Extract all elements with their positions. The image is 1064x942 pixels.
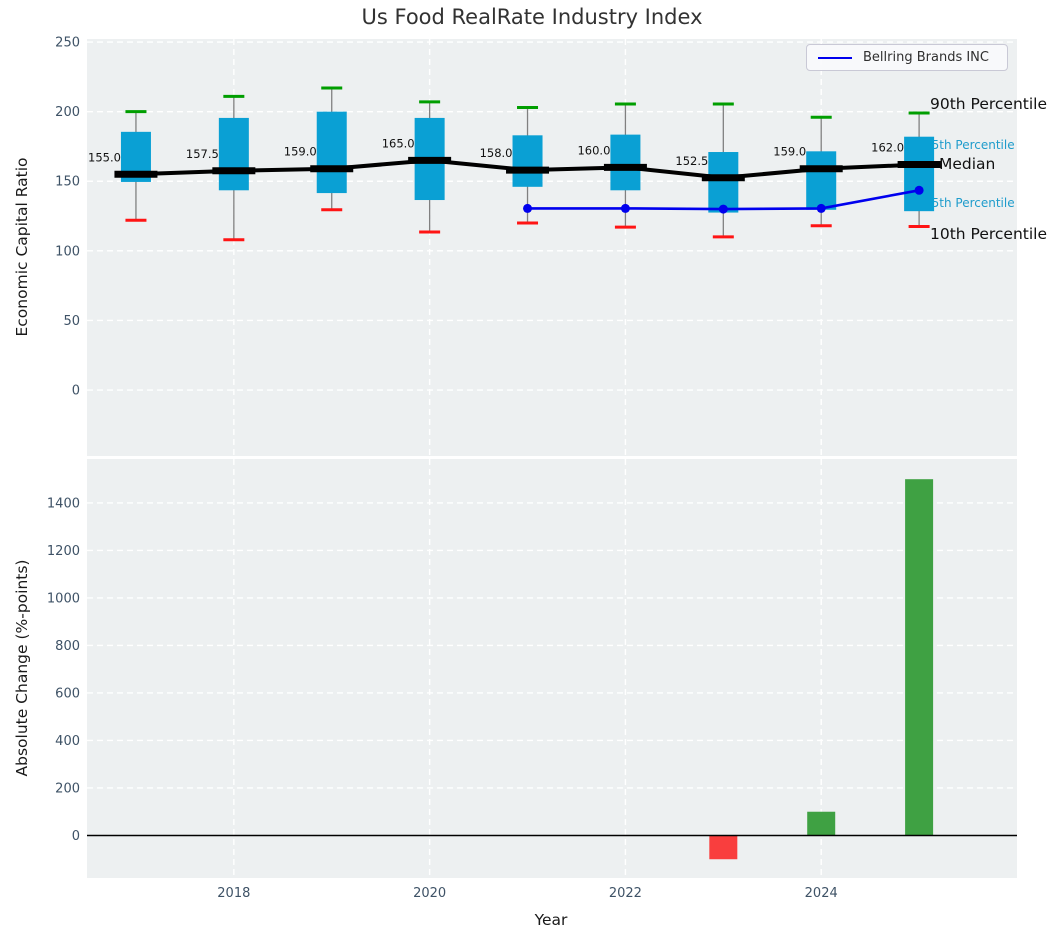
annotation-10th-percentile: 10th Percentile <box>930 225 1047 243</box>
median-value-label: 159.0 <box>773 145 806 159</box>
industry-index-figure: Us Food RealRate Industry Index Economic… <box>0 0 1064 942</box>
annotation-75th-percentile: 75th Percentile <box>924 138 1015 152</box>
bottom-y-tick-label: 200 <box>55 781 80 796</box>
iqr-box <box>708 152 739 213</box>
top-plot-background <box>87 39 1017 456</box>
top-y-tick-label: 0 <box>72 384 80 399</box>
bottom-y-tick-label: 1000 <box>47 591 80 606</box>
negative-change-bar <box>709 835 738 860</box>
median-value-label: 158.0 <box>480 146 513 160</box>
legend-label: Bellring Brands INC <box>863 50 989 65</box>
company-point <box>620 203 630 213</box>
legend-box: Bellring Brands INC <box>806 44 1008 71</box>
positive-change-bar <box>807 811 836 836</box>
median-value-label: 155.0 <box>88 150 121 164</box>
top-y-tick-label: 200 <box>55 105 80 120</box>
x-tick-label: 2024 <box>805 886 838 901</box>
median-value-label: 162.0 <box>871 141 904 155</box>
bottom-y-tick-label: 1200 <box>47 544 80 559</box>
annotation-25th-percentile: 25th Percentile <box>924 196 1015 210</box>
iqr-box <box>904 136 935 212</box>
median-value-label: 160.0 <box>577 143 610 157</box>
median-value-label: 152.5 <box>675 154 708 168</box>
company-point <box>816 203 826 213</box>
company-point <box>523 203 533 213</box>
top-y-tick-label: 250 <box>55 36 80 51</box>
top-y-tick-label: 50 <box>63 314 80 329</box>
bottom-y-tick-label: 600 <box>55 686 80 701</box>
annotation-90th-percentile: 90th Percentile <box>930 95 1047 113</box>
bottom-plot-background <box>87 459 1017 878</box>
company-point <box>914 185 924 195</box>
bottom-y-tick-label: 800 <box>55 639 80 654</box>
top-y-tick-label: 100 <box>55 244 80 259</box>
iqr-box <box>806 151 837 210</box>
iqr-box <box>218 117 249 191</box>
x-tick-label: 2022 <box>609 886 642 901</box>
bottom-y-tick-label: 0 <box>72 829 80 844</box>
iqr-box <box>316 111 347 194</box>
x-tick-label: 2018 <box>217 886 250 901</box>
legend-line-sample <box>818 56 852 59</box>
annotation-median: Median <box>939 155 995 173</box>
bottom-y-tick-label: 1400 <box>47 496 80 511</box>
company-point <box>718 204 728 214</box>
x-tick-label: 2020 <box>413 886 446 901</box>
top-y-tick-label: 150 <box>55 175 80 190</box>
positive-change-bar <box>905 479 934 836</box>
iqr-box <box>610 134 641 191</box>
median-value-label: 157.5 <box>186 147 219 161</box>
iqr-box <box>512 135 543 187</box>
median-value-label: 159.0 <box>284 145 317 159</box>
median-value-label: 165.0 <box>382 136 415 150</box>
bottom-y-tick-label: 400 <box>55 734 80 749</box>
chart-canvas: 90th Percentile 75th Percentile Median 2… <box>47 36 1047 901</box>
